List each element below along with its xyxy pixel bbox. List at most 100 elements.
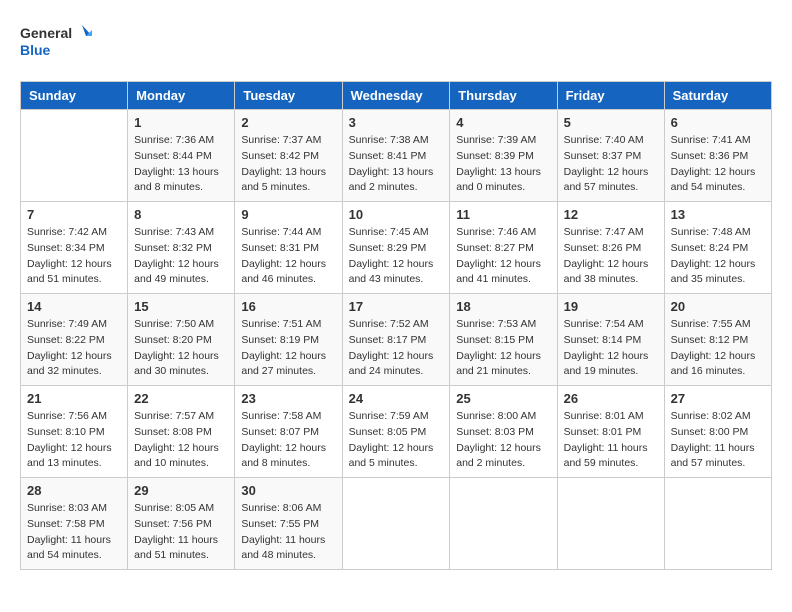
day-number: 4 bbox=[456, 115, 550, 130]
calendar-cell: 20Sunrise: 7:55 AMSunset: 8:12 PMDayligh… bbox=[664, 294, 771, 386]
day-number: 19 bbox=[564, 299, 658, 314]
calendar-cell bbox=[450, 478, 557, 570]
day-number: 9 bbox=[241, 207, 335, 222]
day-number: 6 bbox=[671, 115, 765, 130]
day-number: 20 bbox=[671, 299, 765, 314]
day-header-monday: Monday bbox=[128, 82, 235, 110]
day-number: 8 bbox=[134, 207, 228, 222]
day-info: Sunrise: 7:37 AMSunset: 8:42 PMDaylight:… bbox=[241, 133, 335, 196]
day-number: 28 bbox=[27, 483, 121, 498]
day-info: Sunrise: 7:58 AMSunset: 8:07 PMDaylight:… bbox=[241, 409, 335, 472]
calendar-cell: 12 Sunrise: 7:47 AMSunset: 8:26 PMDayligh… bbox=[557, 202, 664, 294]
calendar-cell: 22Sunrise: 7:57 AMSunset: 8:08 PMDayligh… bbox=[128, 386, 235, 478]
day-number: 22 bbox=[134, 391, 228, 406]
calendar-cell bbox=[342, 478, 450, 570]
day-header-friday: Friday bbox=[557, 82, 664, 110]
calendar-cell: 3Sunrise: 7:38 AMSunset: 8:41 PMDaylight… bbox=[342, 110, 450, 202]
day-info: Sunrise: 7:47 AMSunset: 8:26 PMDaylight:… bbox=[564, 225, 658, 288]
day-info: Sunrise: 7:59 AMSunset: 8:05 PMDaylight:… bbox=[349, 409, 444, 472]
day-info: Sunrise: 7:43 AMSunset: 8:32 PMDaylight:… bbox=[134, 225, 228, 288]
day-number: 21 bbox=[27, 391, 121, 406]
day-info: Sunrise: 7:41 AMSunset: 8:36 PMDaylight:… bbox=[671, 133, 765, 196]
calendar-cell: 26Sunrise: 8:01 AMSunset: 8:01 PMDayligh… bbox=[557, 386, 664, 478]
day-info: Sunrise: 7:53 AMSunset: 8:15 PMDaylight:… bbox=[456, 317, 550, 380]
day-info: Sunrise: 7:44 AMSunset: 8:31 PMDaylight:… bbox=[241, 225, 335, 288]
day-number: 18 bbox=[456, 299, 550, 314]
calendar-cell: 16 Sunrise: 7:51 AMSunset: 8:19 PMDayligh… bbox=[235, 294, 342, 386]
calendar-cell: 7 Sunrise: 7:42 AMSunset: 8:34 PMDaylight… bbox=[21, 202, 128, 294]
day-number: 2 bbox=[241, 115, 335, 130]
day-number: 24 bbox=[349, 391, 444, 406]
day-info: Sunrise: 7:48 AMSunset: 8:24 PMDaylight:… bbox=[671, 225, 765, 288]
day-number: 10 bbox=[349, 207, 444, 222]
day-number: 15 bbox=[134, 299, 228, 314]
calendar-cell: 6 Sunrise: 7:41 AMSunset: 8:36 PMDaylight… bbox=[664, 110, 771, 202]
day-header-wednesday: Wednesday bbox=[342, 82, 450, 110]
day-number: 27 bbox=[671, 391, 765, 406]
calendar-cell: 14 Sunrise: 7:49 AMSunset: 8:22 PMDayligh… bbox=[21, 294, 128, 386]
day-number: 5 bbox=[564, 115, 658, 130]
day-info: Sunrise: 7:54 AMSunset: 8:14 PMDaylight:… bbox=[564, 317, 658, 380]
day-header-thursday: Thursday bbox=[450, 82, 557, 110]
day-number: 1 bbox=[134, 115, 228, 130]
week-row-4: 21 Sunrise: 7:56 AMSunset: 8:10 PMDayligh… bbox=[21, 386, 772, 478]
calendar-cell: 18 Sunrise: 7:53 AMSunset: 8:15 PMDayligh… bbox=[450, 294, 557, 386]
day-info: Sunrise: 7:46 AMSunset: 8:27 PMDaylight:… bbox=[456, 225, 550, 288]
day-info: Sunrise: 7:51 AMSunset: 8:19 PMDaylight:… bbox=[241, 317, 335, 380]
calendar-cell: 30Sunrise: 8:06 AMSunset: 7:55 PMDayligh… bbox=[235, 478, 342, 570]
calendar-cell: 17 Sunrise: 7:52 AMSunset: 8:17 PMDayligh… bbox=[342, 294, 450, 386]
calendar-cell: 1 Sunrise: 7:36 AMSunset: 8:44 PMDaylight… bbox=[128, 110, 235, 202]
day-info: Sunrise: 7:52 AMSunset: 8:17 PMDaylight:… bbox=[349, 317, 444, 380]
logo: General Blue bbox=[20, 20, 100, 65]
day-number: 17 bbox=[349, 299, 444, 314]
svg-text:Blue: Blue bbox=[20, 42, 51, 58]
calendar-cell: 23 Sunrise: 7:58 AMSunset: 8:07 PMDayligh… bbox=[235, 386, 342, 478]
calendar-cell bbox=[557, 478, 664, 570]
calendar-cell: 27Sunrise: 8:02 AMSunset: 8:00 PMDayligh… bbox=[664, 386, 771, 478]
header-row: SundayMondayTuesdayWednesdayThursdayFrid… bbox=[21, 82, 772, 110]
week-row-2: 7 Sunrise: 7:42 AMSunset: 8:34 PMDaylight… bbox=[21, 202, 772, 294]
calendar-body: 1 Sunrise: 7:36 AMSunset: 8:44 PMDaylight… bbox=[21, 110, 772, 570]
calendar-cell: 24 Sunrise: 7:59 AMSunset: 8:05 PMDayligh… bbox=[342, 386, 450, 478]
day-number: 23 bbox=[241, 391, 335, 406]
calendar-cell: 19 Sunrise: 7:54 AMSunset: 8:14 PMDayligh… bbox=[557, 294, 664, 386]
day-number: 11 bbox=[456, 207, 550, 222]
day-info: Sunrise: 7:45 AMSunset: 8:29 PMDaylight:… bbox=[349, 225, 444, 288]
day-number: 16 bbox=[241, 299, 335, 314]
day-number: 12 bbox=[564, 207, 658, 222]
calendar-cell: 10 Sunrise: 7:45 AMSunset: 8:29 PMDayligh… bbox=[342, 202, 450, 294]
day-number: 7 bbox=[27, 207, 121, 222]
day-info: Sunrise: 7:42 AMSunset: 8:34 PMDaylight:… bbox=[27, 225, 121, 288]
day-header-tuesday: Tuesday bbox=[235, 82, 342, 110]
calendar-cell: 21 Sunrise: 7:56 AMSunset: 8:10 PMDayligh… bbox=[21, 386, 128, 478]
day-info: Sunrise: 7:40 AMSunset: 8:37 PMDaylight:… bbox=[564, 133, 658, 196]
day-number: 14 bbox=[27, 299, 121, 314]
day-info: Sunrise: 8:00 AMSunset: 8:03 PMDaylight:… bbox=[456, 409, 550, 472]
calendar-cell: 2 Sunrise: 7:37 AMSunset: 8:42 PMDaylight… bbox=[235, 110, 342, 202]
calendar-cell bbox=[21, 110, 128, 202]
calendar-cell: 4Sunrise: 7:39 AMSunset: 8:39 PMDaylight… bbox=[450, 110, 557, 202]
day-header-sunday: Sunday bbox=[21, 82, 128, 110]
day-number: 30 bbox=[241, 483, 335, 498]
day-info: Sunrise: 7:49 AMSunset: 8:22 PMDaylight:… bbox=[27, 317, 121, 380]
calendar-cell: 5 Sunrise: 7:40 AMSunset: 8:37 PMDaylight… bbox=[557, 110, 664, 202]
day-number: 29 bbox=[134, 483, 228, 498]
day-info: Sunrise: 7:50 AMSunset: 8:20 PMDaylight:… bbox=[134, 317, 228, 380]
day-info: Sunrise: 7:36 AMSunset: 8:44 PMDaylight:… bbox=[134, 133, 228, 196]
calendar-cell: 25 Sunrise: 8:00 AMSunset: 8:03 PMDayligh… bbox=[450, 386, 557, 478]
calendar-cell: 28 Sunrise: 8:03 AMSunset: 7:58 PMDayligh… bbox=[21, 478, 128, 570]
week-row-5: 28 Sunrise: 8:03 AMSunset: 7:58 PMDayligh… bbox=[21, 478, 772, 570]
logo-svg: General Blue bbox=[20, 20, 100, 65]
calendar-table: SundayMondayTuesdayWednesdayThursdayFrid… bbox=[20, 81, 772, 570]
day-number: 25 bbox=[456, 391, 550, 406]
day-info: Sunrise: 7:56 AMSunset: 8:10 PMDaylight:… bbox=[27, 409, 121, 472]
week-row-3: 14 Sunrise: 7:49 AMSunset: 8:22 PMDayligh… bbox=[21, 294, 772, 386]
calendar-cell: 15 Sunrise: 7:50 AMSunset: 8:20 PMDayligh… bbox=[128, 294, 235, 386]
day-number: 13 bbox=[671, 207, 765, 222]
day-info: Sunrise: 8:05 AMSunset: 7:56 PMDaylight:… bbox=[134, 501, 228, 564]
calendar-header: SundayMondayTuesdayWednesdayThursdayFrid… bbox=[21, 82, 772, 110]
calendar-cell: 9 Sunrise: 7:44 AMSunset: 8:31 PMDaylight… bbox=[235, 202, 342, 294]
day-info: Sunrise: 8:03 AMSunset: 7:58 PMDaylight:… bbox=[27, 501, 121, 564]
day-header-saturday: Saturday bbox=[664, 82, 771, 110]
calendar-cell: 11 Sunrise: 7:46 AMSunset: 8:27 PMDayligh… bbox=[450, 202, 557, 294]
